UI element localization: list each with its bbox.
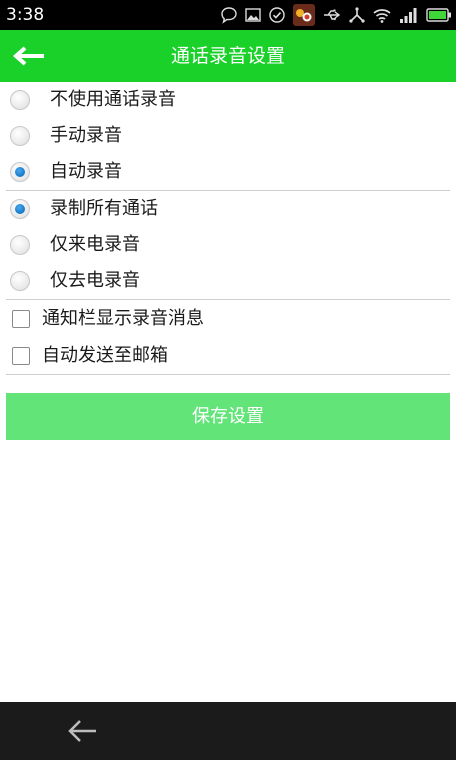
wifi-icon (373, 9, 391, 23)
radio-option-no-recording[interactable]: 不使用通话录音 (6, 82, 450, 118)
navigation-bar (0, 702, 456, 760)
check-circle-icon (269, 7, 285, 23)
radio-button-selected[interactable] (10, 162, 30, 182)
debug-icon (349, 7, 365, 23)
checkbox[interactable] (12, 346, 30, 365)
status-bar: 3:38 (0, 0, 456, 30)
radio-option-incoming-only[interactable]: 仅来电录音 (6, 227, 450, 263)
battery-icon (426, 8, 451, 22)
signal-icon (400, 8, 417, 23)
radio-option-manual-recording[interactable]: 手动录音 (6, 118, 450, 154)
back-button[interactable] (10, 40, 50, 72)
radio-label: 仅来电录音 (50, 234, 140, 255)
back-arrow-icon (68, 720, 96, 742)
arrow-left-icon (12, 46, 44, 66)
radio-label: 手动录音 (50, 125, 122, 146)
checkbox-label: 自动发送至邮箱 (42, 344, 168, 366)
app-notification-icon (293, 4, 315, 26)
radio-label: 自动录音 (50, 161, 122, 182)
radio-button[interactable] (10, 126, 30, 146)
settings-content: 不使用通话录音 手动录音 自动录音 录制所有通话 仅来电录音 仅去电录音 通知栏… (0, 82, 456, 702)
record-mode-group: 不使用通话录音 手动录音 自动录音 (6, 82, 450, 191)
radio-label: 仅去电录音 (50, 270, 140, 291)
chat-bubble-icon (221, 7, 237, 24)
radio-option-all-calls[interactable]: 录制所有通话 (6, 191, 450, 227)
radio-button[interactable] (10, 271, 30, 291)
checkbox[interactable] (12, 309, 30, 328)
status-time: 3:38 (6, 5, 45, 25)
checkbox-option-notification[interactable]: 通知栏显示录音消息 (6, 300, 450, 337)
usb-icon (324, 9, 341, 21)
radio-label: 录制所有通话 (50, 198, 158, 219)
nav-back-button[interactable] (64, 716, 100, 746)
page-title: 通话录音设置 (170, 45, 285, 67)
radio-option-auto-recording[interactable]: 自动录音 (6, 154, 450, 190)
app-header: 通话录音设置 (0, 30, 456, 82)
radio-button[interactable] (10, 235, 30, 255)
radio-button-selected[interactable] (10, 199, 30, 219)
radio-button[interactable] (10, 90, 30, 110)
record-scope-group: 录制所有通话 仅来电录音 仅去电录音 (6, 191, 450, 300)
status-icons (220, 3, 452, 27)
checkbox-option-email[interactable]: 自动发送至邮箱 (6, 337, 450, 374)
radio-label: 不使用通话录音 (50, 89, 176, 110)
options-group: 通知栏显示录音消息 自动发送至邮箱 (6, 300, 450, 375)
image-icon (245, 8, 261, 22)
radio-option-outgoing-only[interactable]: 仅去电录音 (6, 263, 450, 299)
checkbox-label: 通知栏显示录音消息 (42, 307, 204, 329)
save-settings-button[interactable]: 保存设置 (6, 393, 450, 440)
